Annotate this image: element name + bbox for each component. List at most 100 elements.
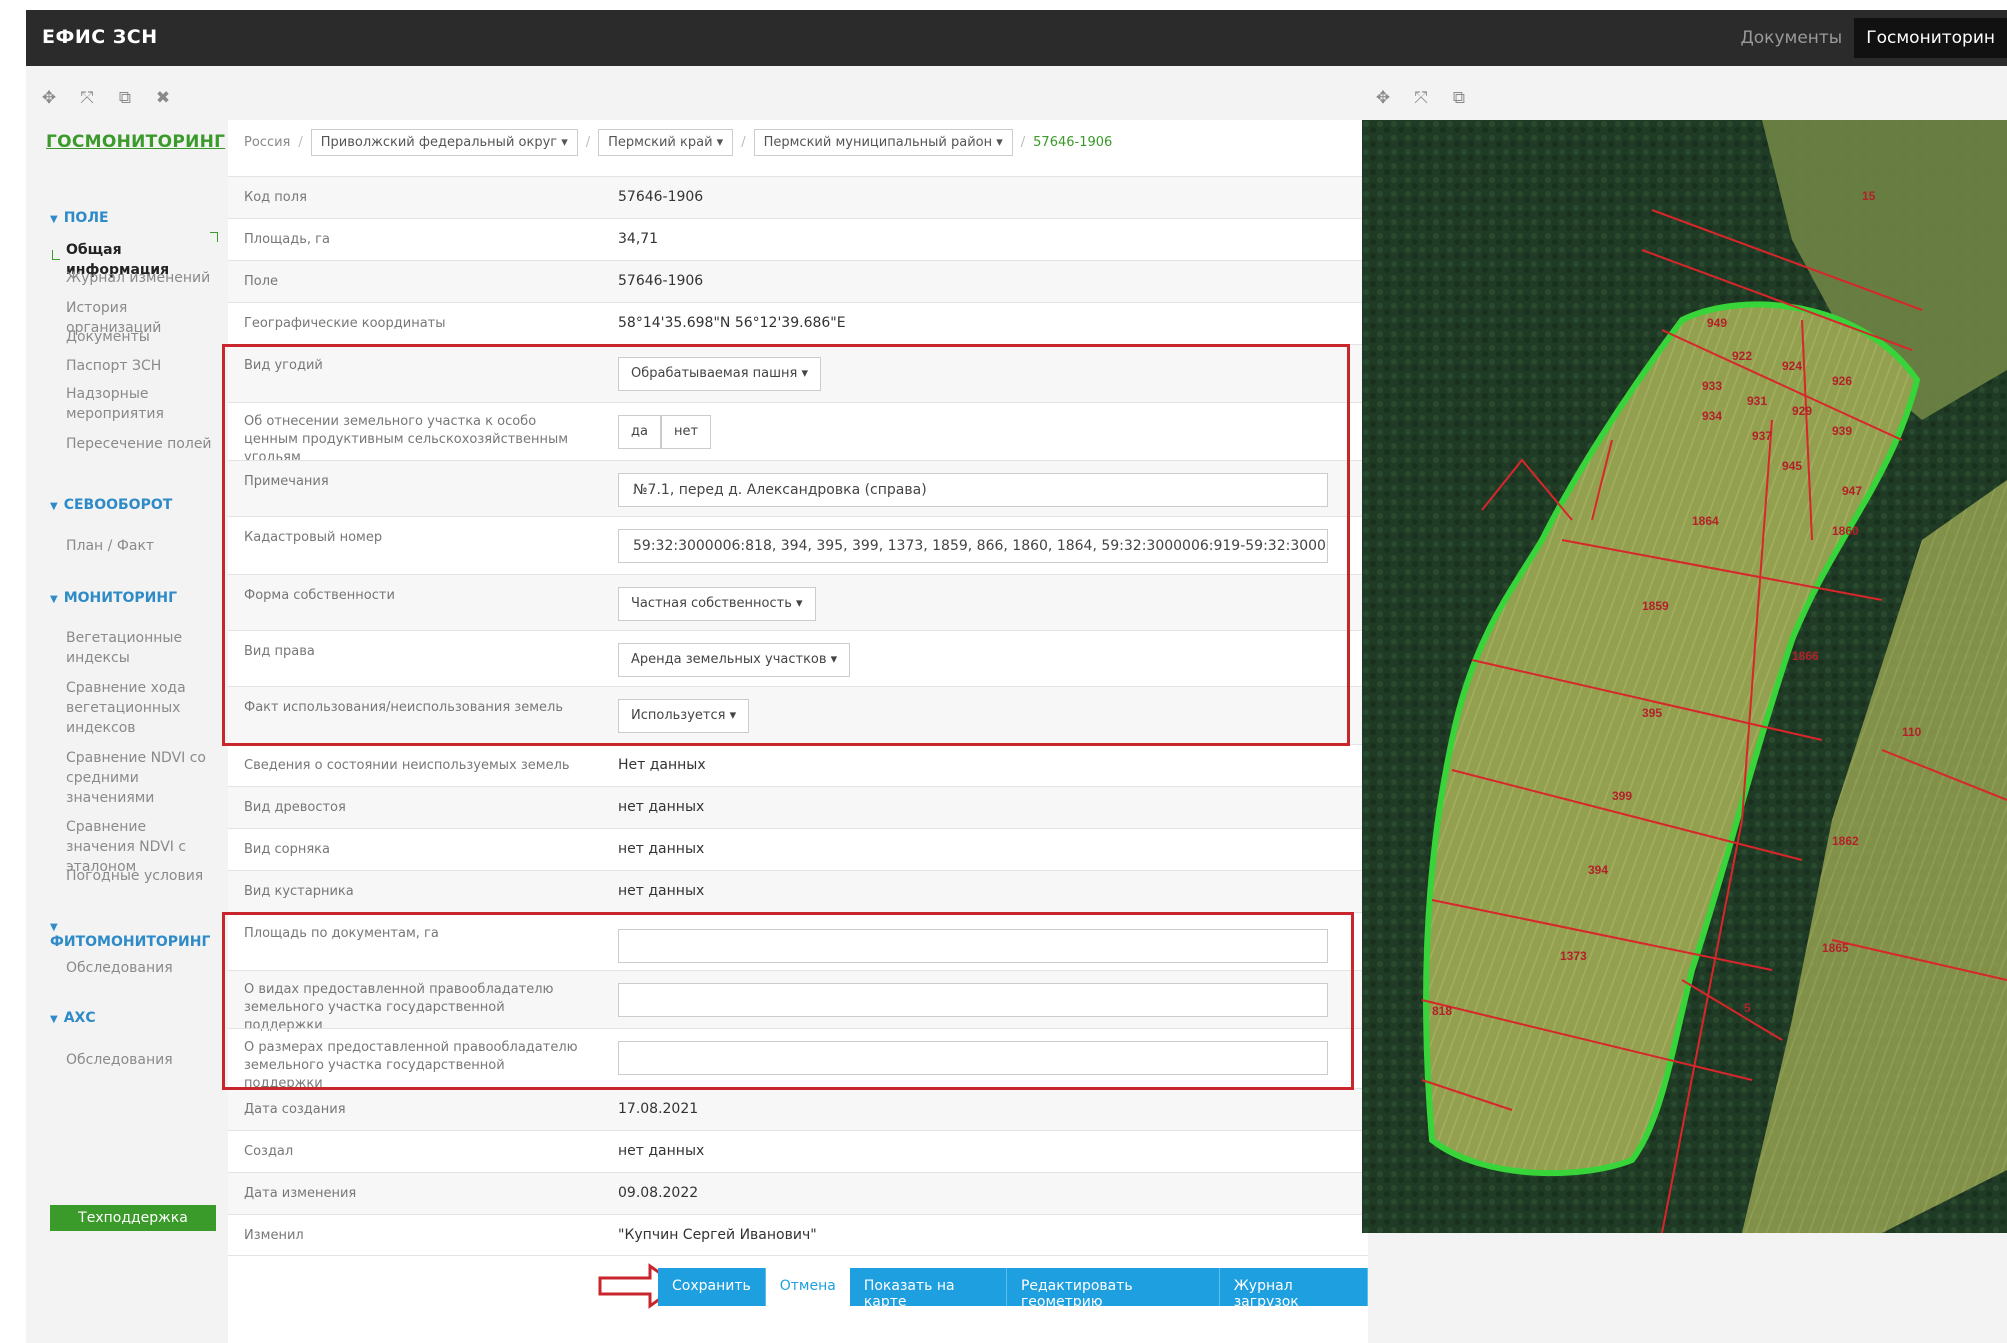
value-modified: 09.08.2022 — [618, 1185, 699, 1201]
map-label: 939 — [1832, 424, 1852, 438]
map-label: 934 — [1702, 409, 1722, 423]
sidebar-item-field-intersection[interactable]: Пересечение полей — [66, 434, 216, 454]
row-tree: Вид древостоя нет данных — [228, 786, 1368, 828]
label-unused: Сведения о состоянии неиспользуемых земе… — [244, 758, 570, 773]
sidebar-item-fito-surveys[interactable]: Обследования — [66, 958, 216, 978]
map-label: 1866 — [1792, 649, 1819, 663]
main-content: Россия / Приволжский федеральный округ ▾… — [222, 120, 1368, 1343]
breadcrumb: Россия / Приволжский федеральный округ ▾… — [228, 120, 1368, 164]
sidebar-title[interactable]: ГОСМОНИТОРИНГ — [46, 132, 225, 152]
value-area: 34,71 — [618, 231, 659, 247]
valuable-yes-button[interactable]: да — [618, 415, 661, 449]
support-kinds-input[interactable] — [618, 983, 1328, 1017]
sidebar-item-plan-fact[interactable]: План / Факт — [66, 536, 216, 556]
section-pole[interactable]: ▼ ПОЛЕ — [50, 210, 109, 226]
label-modified: Дата изменения — [244, 1186, 357, 1201]
map-label: 949 — [1707, 316, 1727, 330]
row-code: Код поля 57646-1906 — [228, 176, 1368, 218]
sidebar-item-weather[interactable]: Погодные условия — [66, 866, 216, 886]
row-support-kinds: О видах предоставленной правообладателю … — [228, 970, 1368, 1033]
breadcrumb-district-dropdown[interactable]: Приволжский федеральный округ ▾ — [310, 128, 578, 156]
edit-geometry-button[interactable]: Редактировать геометрию — [1006, 1268, 1220, 1310]
map-label: 937 — [1752, 429, 1772, 443]
sidebar-item-change-log[interactable]: Журнал изменений — [66, 268, 216, 288]
row-shrub: Вид кустарника нет данных — [228, 870, 1368, 912]
map-label: 5 — [1744, 1001, 1751, 1015]
nav-gosmonitoring[interactable]: Госмониторин — [1854, 18, 2007, 58]
section-fitomonitoring[interactable]: ▼ФИТОМОНИТОРИНГ — [50, 918, 222, 950]
section-monitoring[interactable]: ▼ МОНИТОРИНГ — [50, 590, 177, 606]
popout-icon[interactable]: ⧉ — [116, 88, 134, 108]
label-area: Площадь, га — [244, 232, 330, 247]
support-sizes-input[interactable] — [618, 1041, 1328, 1075]
row-area: Площадь, га 34,71 — [228, 218, 1368, 260]
active-corner-bl — [52, 250, 60, 260]
satellite-map[interactable]: 15 949 922 924 926 933 931 929 939 934 9… — [1362, 120, 2007, 1233]
map-label: 933 — [1702, 379, 1722, 393]
nav-documents[interactable]: Документы — [1729, 18, 1855, 58]
value-tree: нет данных — [618, 799, 705, 815]
doc-area-input[interactable] — [618, 929, 1328, 963]
map-label: 931 — [1747, 394, 1767, 408]
sidebar-item-supervision[interactable]: Надзорные мероприятия — [66, 384, 176, 424]
label-doc-area: Площадь по документам, га — [244, 926, 439, 941]
section-ahs[interactable]: ▼ АХС — [50, 1010, 96, 1026]
sidebar-item-passport[interactable]: Паспорт ЗСН — [66, 356, 216, 376]
sidebar-item-veg-compare[interactable]: Сравнение хода вегетационных индексов — [66, 678, 196, 738]
sidebar-item-documents[interactable]: Документы — [66, 327, 216, 347]
support-button[interactable]: Техподдержка — [50, 1205, 216, 1231]
notes-input[interactable]: №7.1, перед д. Александровка (справа) — [618, 473, 1328, 507]
value-field: 57646-1906 — [618, 273, 704, 289]
row-ownership: Форма собственности Частная собственност… — [228, 574, 1368, 630]
map-label: 395 — [1642, 706, 1662, 720]
label-tree: Вид древостоя — [244, 800, 346, 815]
land-type-dropdown[interactable]: Обрабатываемая пашня ▾ — [618, 357, 821, 391]
popout-icon[interactable]: ⧉ — [1450, 88, 1468, 108]
save-button[interactable]: Сохранить — [658, 1268, 766, 1306]
label-created: Дата создания — [244, 1102, 346, 1117]
upload-log-button[interactable]: Журнал загрузок — [1219, 1268, 1368, 1310]
map-label: 818 — [1432, 1004, 1452, 1018]
app-brand: ЕФИС ЗСН — [42, 26, 158, 48]
value-creator: нет данных — [618, 1143, 705, 1159]
label-creator: Создал — [244, 1144, 294, 1159]
value-created: 17.08.2021 — [618, 1101, 699, 1117]
cadastral-input[interactable]: 59:32:3000006:818, 394, 395, 399, 1373, … — [618, 529, 1328, 563]
cancel-button[interactable]: Отмена — [765, 1268, 850, 1306]
right-dropdown[interactable]: Аренда земельных участков ▾ — [618, 643, 851, 677]
label-notes: Примечания — [244, 474, 329, 489]
map-label: 947 — [1842, 484, 1862, 498]
row-doc-area: Площадь по документам, га — [228, 912, 1368, 970]
valuable-no-button[interactable]: нет — [660, 415, 712, 449]
close-icon[interactable]: ✖ — [154, 88, 172, 108]
ownership-dropdown[interactable]: Частная собственность ▾ — [618, 587, 816, 621]
sidebar-item-veg-indices[interactable]: Вегетационные индексы — [66, 628, 196, 668]
sidebar-item-ahs-surveys[interactable]: Обследования — [66, 1050, 216, 1070]
value-unused: Нет данных — [618, 757, 706, 773]
row-right: Вид права Аренда земельных участков ▾ — [228, 630, 1368, 686]
map-label: 1860 — [1832, 524, 1859, 538]
action-bar: Сохранить Отмена Показать на карте Редак… — [658, 1268, 1368, 1310]
row-notes: Примечания №7.1, перед д. Александровка … — [228, 460, 1368, 516]
breadcrumb-root[interactable]: Россия — [244, 135, 290, 150]
row-usage: Факт использования/неиспользования земел… — [228, 686, 1368, 744]
breadcrumb-region-dropdown[interactable]: Пермский край ▾ — [598, 128, 734, 156]
move-icon[interactable]: ✥ — [1374, 88, 1392, 108]
section-sevooborot[interactable]: ▼ СЕВООБОРОТ — [50, 497, 172, 513]
map-panel[interactable]: 15 949 922 924 926 933 931 929 939 934 9… — [1362, 120, 2007, 1233]
map-label: 945 — [1782, 459, 1802, 473]
expand-icon[interactable]: ⤧ — [1412, 88, 1430, 108]
value-shrub: нет данных — [618, 883, 705, 899]
show-on-map-button[interactable]: Показать на карте — [849, 1268, 1007, 1310]
label-modifier: Изменил — [244, 1228, 304, 1243]
row-weed: Вид сорняка нет данных — [228, 828, 1368, 870]
row-coords: Географические координаты 58°14'35.698"N… — [228, 302, 1368, 344]
row-support-sizes: О размерах предоставленной правообладате… — [228, 1028, 1368, 1091]
usage-dropdown[interactable]: Используется ▾ — [618, 699, 750, 733]
breadcrumb-municipal-dropdown[interactable]: Пермский муниципальный район ▾ — [753, 128, 1013, 156]
map-label: 924 — [1782, 359, 1802, 373]
move-icon[interactable]: ✥ — [40, 88, 58, 108]
sidebar-item-ndvi-average[interactable]: Сравнение NDVI со средними значениями — [66, 748, 206, 808]
expand-icon[interactable]: ⤧ — [78, 88, 96, 108]
value-coords: 58°14'35.698"N 56°12'39.686"E — [618, 315, 846, 331]
